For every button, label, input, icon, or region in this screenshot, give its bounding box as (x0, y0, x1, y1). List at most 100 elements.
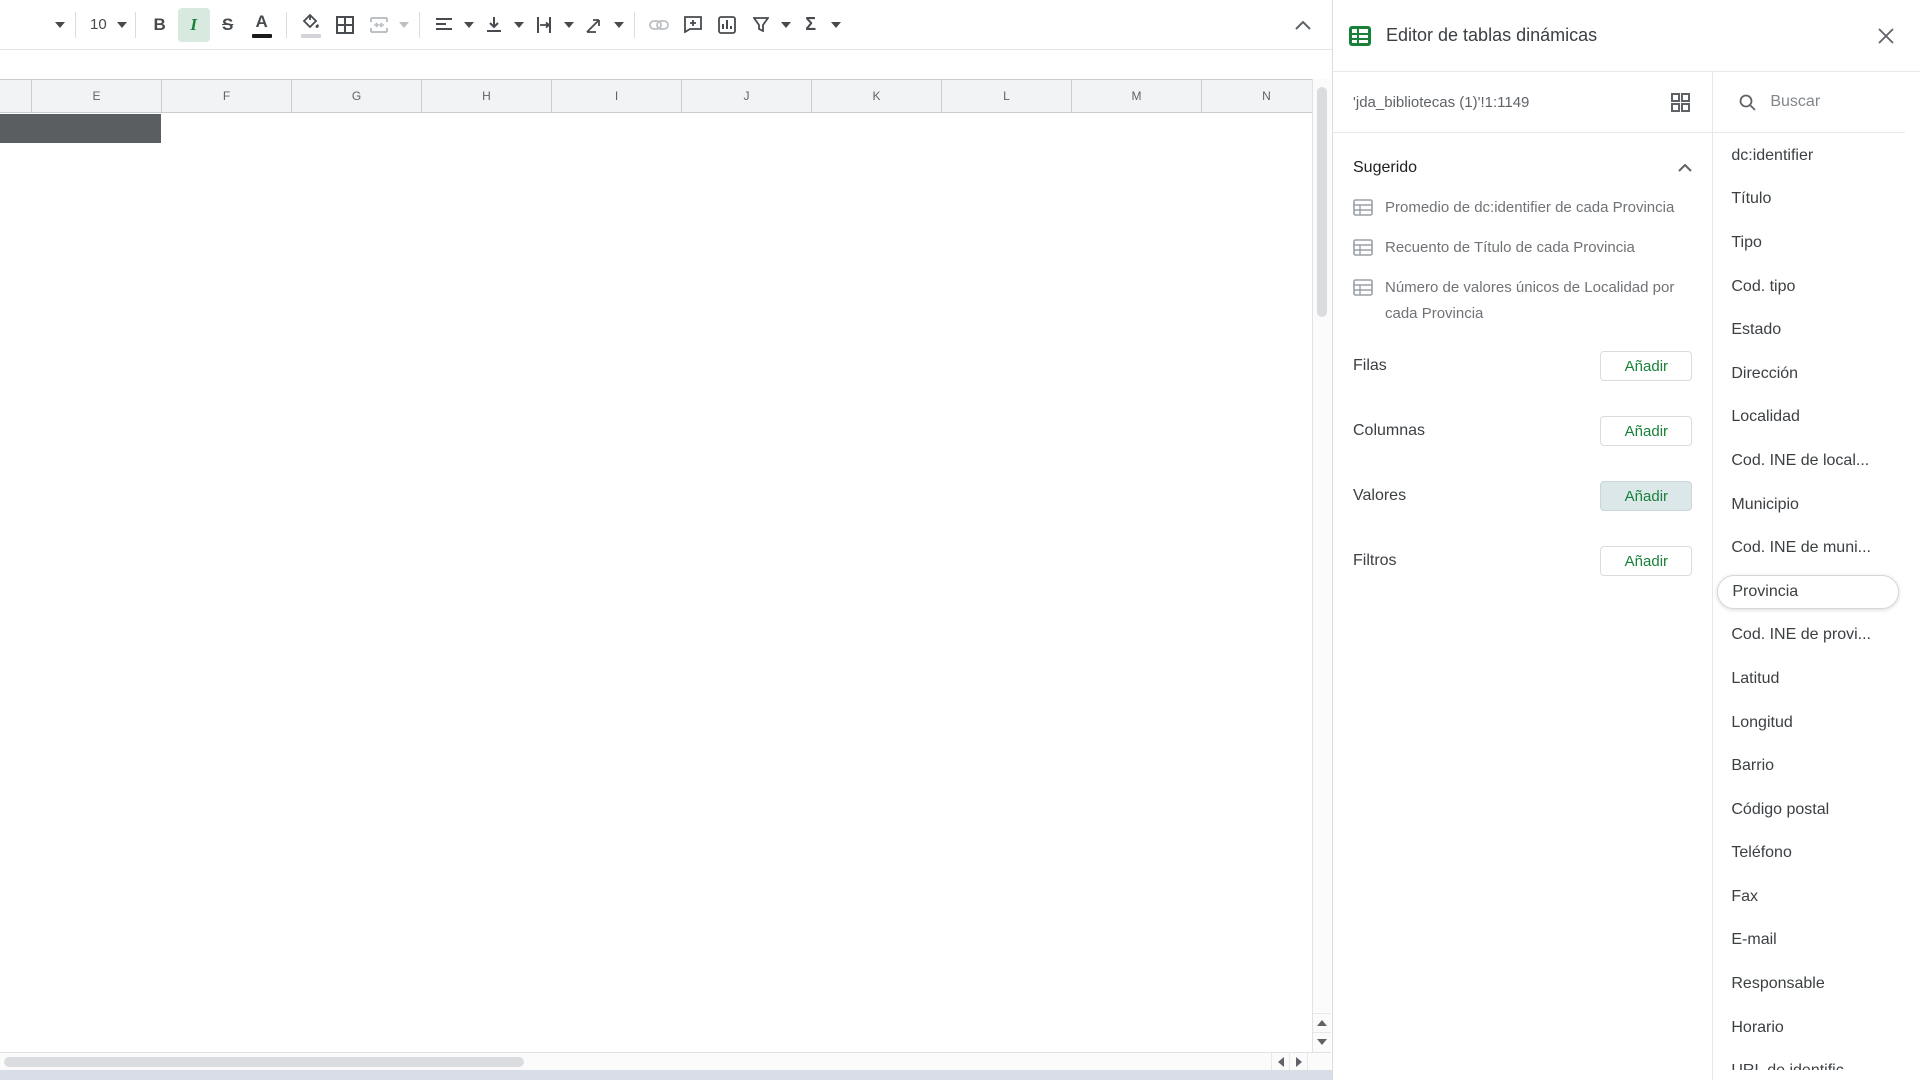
vertical-scrollbar-thumb[interactable] (1317, 87, 1327, 317)
toolbar-divider (75, 12, 76, 38)
column-header-L[interactable]: L (942, 80, 1072, 112)
field-item[interactable]: Estado (1713, 308, 1906, 352)
vertical-scrollbar[interactable] (1312, 79, 1331, 1052)
merge-cells-button (363, 8, 395, 42)
field-item[interactable]: Título (1713, 178, 1906, 222)
field-item[interactable]: Municipio (1713, 483, 1906, 527)
collapse-suggested-chevron-icon[interactable] (1678, 164, 1692, 172)
add-values-button[interactable]: Añadir (1600, 481, 1692, 511)
field-item[interactable]: Responsable (1713, 962, 1906, 1006)
suggestion-item[interactable]: Número de valores únicos de Localidad po… (1353, 275, 1692, 327)
field-item[interactable]: Latitud (1713, 657, 1906, 701)
field-item[interactable]: Fax (1713, 875, 1906, 919)
selected-cell[interactable] (0, 114, 161, 143)
field-item[interactable]: E-mail (1713, 919, 1906, 963)
search-input[interactable]: Buscar (1770, 93, 1820, 111)
field-item-dragging[interactable]: Provincia (1717, 575, 1899, 609)
field-item[interactable]: Cod. INE de muni... (1713, 526, 1906, 570)
horizontal-scrollbar[interactable] (0, 1052, 1331, 1070)
add-columns-button[interactable]: Añadir (1600, 416, 1692, 446)
scroll-left-icon (1278, 1057, 1284, 1067)
scroll-down-button[interactable] (1313, 1032, 1331, 1050)
column-header-H[interactable]: H (422, 80, 552, 112)
functions-button[interactable]: Σ (795, 8, 827, 42)
field-item[interactable]: Cod. tipo (1713, 265, 1906, 309)
text-wrap-caret-icon[interactable] (561, 8, 577, 42)
data-range-row: 'jda_bibliotecas (1)'!1:1149 (1333, 72, 1712, 133)
filters-label: Filtros (1353, 552, 1600, 570)
toolbar-divider (419, 12, 420, 38)
field-item[interactable]: Cod. INE de local... (1713, 439, 1906, 483)
suggestion-item[interactable]: Promedio de dc:identifier de cada Provin… (1353, 195, 1692, 221)
field-item[interactable]: Barrio (1713, 744, 1906, 788)
more-options-caret-icon[interactable] (52, 8, 68, 42)
vertical-align-button[interactable] (478, 8, 510, 42)
fill-color-button[interactable] (295, 8, 327, 42)
column-header-N[interactable]: N (1202, 80, 1312, 112)
italic-button[interactable]: I (178, 8, 210, 42)
horizontal-align-caret-icon[interactable] (461, 8, 477, 42)
field-item[interactable]: Longitud (1713, 701, 1906, 745)
vertical-align-caret-icon[interactable] (511, 8, 527, 42)
scroll-down-icon (1317, 1039, 1327, 1045)
strikethrough-button[interactable]: S (212, 8, 244, 42)
close-icon[interactable] (1878, 28, 1894, 44)
insert-chart-button[interactable] (711, 8, 743, 42)
search-row[interactable]: Buscar (1713, 72, 1905, 133)
field-item[interactable]: Tipo (1713, 221, 1906, 265)
suggested-title: Sugerido (1353, 159, 1678, 177)
fill-color-swatch (301, 34, 321, 38)
filter-caret-icon[interactable] (778, 8, 794, 42)
column-headers[interactable]: EFGHIJKLMN (0, 79, 1312, 113)
table-icon (1353, 199, 1373, 216)
add-rows-button[interactable]: Añadir (1600, 351, 1692, 381)
pivot-config-column: 'jda_bibliotecas (1)'!1:1149 Sugerido (1333, 72, 1712, 1080)
field-item[interactable]: Código postal (1713, 788, 1906, 832)
panel-title: Editor de tablas dinámicas (1386, 25, 1878, 46)
field-item[interactable]: Cod. INE de provi... (1713, 614, 1906, 658)
text-rotation-icon (586, 17, 602, 33)
data-range-value[interactable]: 'jda_bibliotecas (1)'!1:1149 (1353, 94, 1671, 111)
create-filter-button[interactable] (745, 8, 777, 42)
field-item[interactable]: Dirección (1713, 352, 1906, 396)
column-header-F[interactable]: F (162, 80, 292, 112)
font-size-control[interactable]: 10 (84, 8, 127, 42)
insert-comment-button[interactable] (677, 8, 709, 42)
horizontal-align-icon (436, 18, 452, 32)
chevron-up-icon (1295, 21, 1311, 30)
bold-button[interactable]: B (144, 8, 176, 42)
suggestions-list: Promedio de dc:identifier de cada Provin… (1353, 195, 1692, 327)
column-header-G[interactable]: G (292, 80, 422, 112)
functions-caret-icon[interactable] (828, 8, 844, 42)
select-range-grid-icon[interactable] (1671, 93, 1690, 112)
suggested-section-header[interactable]: Sugerido (1353, 159, 1692, 177)
text-wrap-button[interactable] (528, 8, 560, 42)
column-header-M[interactable]: M (1072, 80, 1202, 112)
collapse-toolbar-button[interactable] (1284, 8, 1322, 42)
text-rotation-button[interactable] (578, 8, 610, 42)
filter-icon (753, 17, 769, 32)
column-header-K[interactable]: K (812, 80, 942, 112)
field-item[interactable]: dc:identifier (1713, 134, 1906, 178)
text-color-button[interactable]: A (246, 8, 278, 42)
scroll-left-button[interactable] (1271, 1053, 1289, 1070)
horizontal-scrollbar-thumb[interactable] (4, 1057, 524, 1067)
scroll-up-button[interactable] (1313, 1013, 1331, 1031)
borders-button[interactable] (329, 8, 361, 42)
suggestion-item[interactable]: Recuento de Título de cada Provincia (1353, 235, 1692, 261)
add-filters-button[interactable]: Añadir (1600, 546, 1692, 576)
column-header-I[interactable]: I (552, 80, 682, 112)
comment-icon (684, 16, 702, 33)
horizontal-align-button[interactable] (428, 8, 460, 42)
table-icon (1353, 279, 1373, 296)
scroll-right-button[interactable] (1289, 1053, 1307, 1070)
column-header-E[interactable]: E (32, 80, 162, 112)
field-item[interactable]: Teléfono (1713, 832, 1906, 876)
text-rotation-caret-icon[interactable] (611, 8, 627, 42)
field-item[interactable]: Horario (1713, 1006, 1906, 1050)
field-item[interactable]: Localidad (1713, 396, 1906, 440)
field-item[interactable]: URL de identific... (1713, 1049, 1906, 1070)
font-size-value[interactable]: 10 (84, 16, 117, 33)
column-header-J[interactable]: J (682, 80, 812, 112)
search-icon (1739, 94, 1756, 111)
